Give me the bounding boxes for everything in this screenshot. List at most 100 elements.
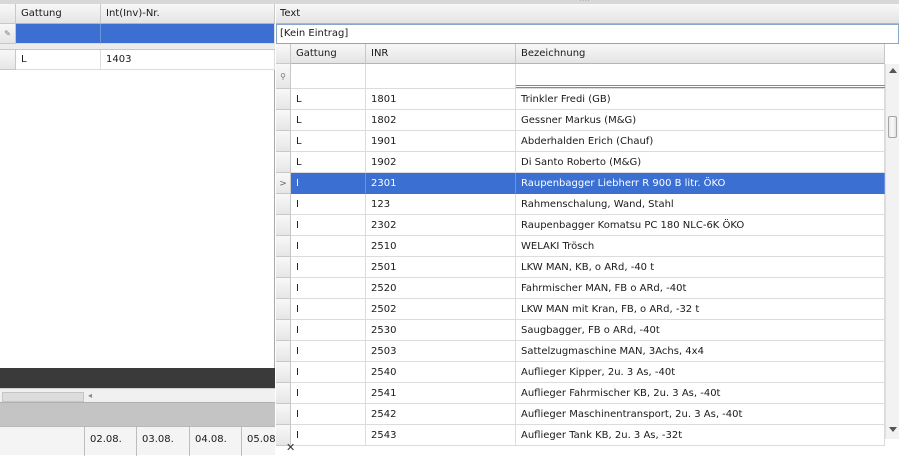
row-cell-bez[interactable]: LKW MAN mit Kran, FB, o ARd, -32 t (516, 299, 885, 320)
filter-gattung-cell[interactable] (291, 64, 366, 89)
row-cell-gattung[interactable]: L (291, 110, 366, 131)
row-cell-gattung[interactable]: L (291, 89, 366, 110)
row-cell-gattung[interactable]: I (291, 320, 366, 341)
filter-divider (516, 85, 885, 88)
row-cell-bez[interactable]: Raupenbagger Liebherr R 900 B litr. ÖKO (516, 173, 885, 194)
row-cell-gattung[interactable]: I (291, 215, 366, 236)
row-cell-bez[interactable]: Gessner Markus (M&G) (516, 110, 885, 131)
lookup-vertical-scrollbar[interactable] (885, 64, 899, 439)
row-indicator[interactable] (276, 278, 291, 299)
inner-col-header-inr[interactable]: INR (366, 44, 516, 64)
scroll-down-icon[interactable] (889, 427, 897, 432)
row-cell-inr[interactable]: 2540 (366, 362, 516, 383)
row-cell-bez[interactable]: Sattelzugmaschine MAN, 3Achs, 4x4 (516, 341, 885, 362)
row-cell-gattung[interactable]: I (291, 404, 366, 425)
close-icon[interactable]: ✕ (286, 441, 295, 454)
row-cell-bez[interactable]: Saugbagger, FB o ARd, -40t (516, 320, 885, 341)
row-cell-inr[interactable]: 2530 (366, 320, 516, 341)
scroll-thumb[interactable] (888, 116, 897, 138)
row-cell-inr[interactable]: 1802 (366, 110, 516, 131)
row-cell-bez[interactable]: Trinkler Fredi (GB) (516, 89, 885, 110)
scroll-track[interactable] (2, 392, 84, 402)
timeline-date[interactable]: 05.08 (241, 427, 276, 456)
row-cell-bez[interactable]: Auflieger Fahrmischer KB, 2u. 3 As, -40t (516, 383, 885, 404)
left-horizontal-scrollbar[interactable]: ◂ (0, 388, 275, 402)
row-cell-bez[interactable]: Raupenbagger Komatsu PC 180 NLC-6K ÖKO (516, 215, 885, 236)
row-cell-inr[interactable]: 2501 (366, 257, 516, 278)
row-cell-bez[interactable]: Abderhalden Erich (Chauf) (516, 131, 885, 152)
row-indicator[interactable] (276, 404, 291, 425)
timeline-date[interactable]: 02.08. (84, 427, 136, 456)
row-cell-gattung[interactable]: I (291, 278, 366, 299)
row-cell-gattung[interactable]: L (291, 152, 366, 173)
row-cell-gattung[interactable]: I (291, 173, 366, 194)
row-cell-bez[interactable]: Auflieger Maschinentransport, 2u. 3 As, … (516, 404, 885, 425)
row-cell-gattung[interactable]: I (291, 257, 366, 278)
row-indicator[interactable] (0, 50, 16, 70)
new-row-gattung-cell[interactable] (16, 24, 101, 44)
row-indicator[interactable] (276, 341, 291, 362)
inner-col-header-bezeichnung[interactable]: Bezeichnung (516, 44, 885, 64)
row-indicator[interactable] (276, 152, 291, 173)
row-cell-inr[interactable]: 123 (366, 194, 516, 215)
inner-grid-corner (276, 44, 291, 64)
row-indicator[interactable] (276, 299, 291, 320)
pencil-icon: ✎ (0, 24, 16, 44)
row-cell-gattung[interactable]: I (291, 425, 366, 446)
row-cell-bez[interactable]: Rahmenschalung, Wand, Stahl (516, 194, 885, 215)
scroll-left-icon[interactable]: ◂ (88, 389, 92, 403)
row-cell-gattung[interactable]: I (291, 299, 366, 320)
row-cell-inr[interactable]: 1901 (366, 131, 516, 152)
row-cell-bez[interactable]: Auflieger Tank KB, 2u. 3 As, -32t (516, 425, 885, 446)
timeline-date[interactable]: 03.08. (136, 427, 189, 456)
row-cell-inr[interactable]: 2302 (366, 215, 516, 236)
row-indicator[interactable] (276, 194, 291, 215)
lookup-combo-input[interactable]: [Kein Eintrag] (276, 24, 899, 44)
row-cell-inr[interactable]: 2542 (366, 404, 516, 425)
left-row-nr[interactable]: 1403 (101, 50, 275, 70)
scroll-up-icon[interactable] (889, 68, 897, 73)
row-cell-inr[interactable]: 2502 (366, 299, 516, 320)
inner-col-header-gattung[interactable]: Gattung (291, 44, 366, 64)
row-indicator[interactable] (276, 383, 291, 404)
row-indicator[interactable] (276, 131, 291, 152)
left-col-header-nr[interactable]: Int(Inv)-Nr. (101, 4, 275, 24)
row-cell-inr[interactable]: 2520 (366, 278, 516, 299)
row-cell-gattung[interactable]: I (291, 236, 366, 257)
row-indicator[interactable] (276, 320, 291, 341)
filter-icon[interactable]: ⚲ (276, 64, 291, 89)
row-cell-gattung[interactable]: I (291, 383, 366, 404)
row-cell-inr[interactable]: 2510 (366, 236, 516, 257)
filter-inr-cell[interactable] (366, 64, 516, 89)
row-indicator[interactable] (276, 89, 291, 110)
row-cell-inr[interactable]: 1801 (366, 89, 516, 110)
row-cell-inr[interactable]: 1902 (366, 152, 516, 173)
row-indicator[interactable] (276, 257, 291, 278)
left-col-header-gattung[interactable]: Gattung (16, 4, 101, 24)
row-cell-inr[interactable]: 2543 (366, 425, 516, 446)
row-cell-bez[interactable]: WELAKI Trösch (516, 236, 885, 257)
row-cell-gattung[interactable]: I (291, 194, 366, 215)
row-indicator[interactable] (276, 215, 291, 236)
left-grid: Gattung Int(Inv)-Nr. ✎ L 1403 (0, 4, 275, 368)
row-cell-gattung[interactable]: I (291, 341, 366, 362)
row-cell-inr[interactable]: 2503 (366, 341, 516, 362)
row-cell-bez[interactable]: Di Santo Roberto (M&G) (516, 152, 885, 173)
row-arrow-icon[interactable]: > (276, 173, 291, 194)
grey-band (0, 402, 275, 426)
row-cell-inr[interactable]: 2541 (366, 383, 516, 404)
lookup-panel: Text [Kein Eintrag] Gattung INR Bezeichn… (276, 4, 899, 455)
row-cell-bez[interactable]: LKW MAN, KB, o ARd, -40 t (516, 257, 885, 278)
row-cell-bez[interactable]: Auflieger Kipper, 2u. 3 As, -40t (516, 362, 885, 383)
row-cell-gattung[interactable]: L (291, 131, 366, 152)
row-indicator[interactable] (276, 110, 291, 131)
row-indicator[interactable] (276, 236, 291, 257)
new-row-nr-cell[interactable] (101, 24, 275, 44)
row-cell-gattung[interactable]: I (291, 362, 366, 383)
row-indicator[interactable] (276, 362, 291, 383)
dark-bar (0, 368, 275, 388)
left-row-gattung[interactable]: L (16, 50, 101, 70)
timeline-date[interactable]: 04.08. (189, 427, 241, 456)
row-cell-bez[interactable]: Fahrmischer MAN, FB o ARd, -40t (516, 278, 885, 299)
row-cell-inr[interactable]: 2301 (366, 173, 516, 194)
